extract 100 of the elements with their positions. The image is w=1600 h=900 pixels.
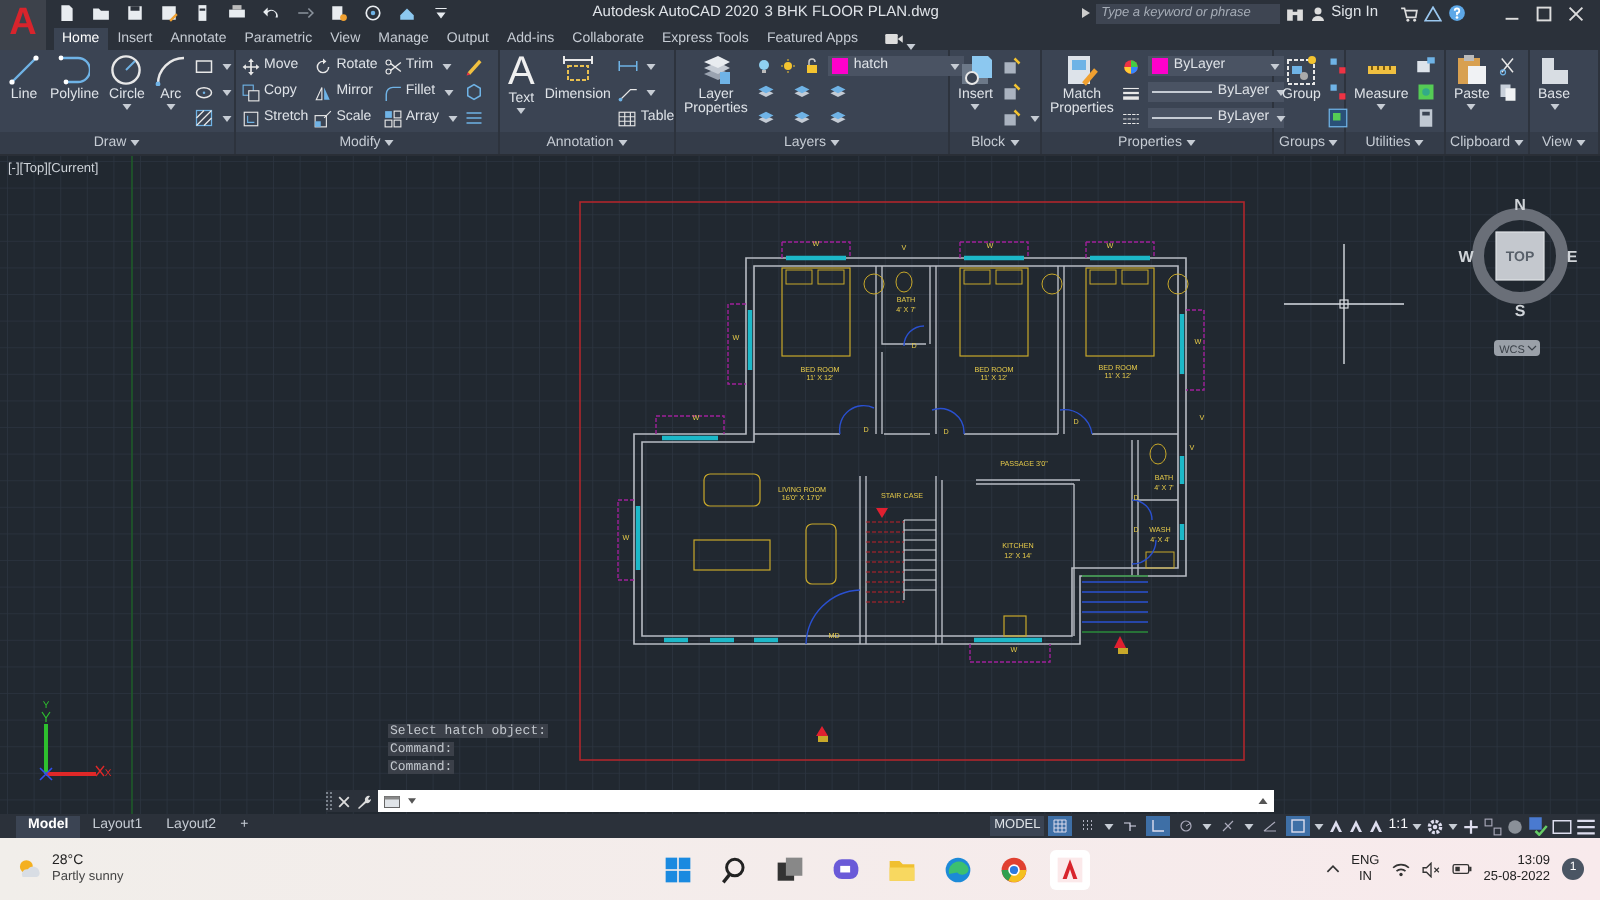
- hatch-icon[interactable]: [194, 108, 215, 128]
- maximize-icon[interactable]: [1536, 5, 1552, 21]
- network-icon[interactable]: [1424, 5, 1442, 21]
- layer-tool-icon[interactable]: [827, 108, 848, 128]
- layer-tool-icon[interactable]: [791, 108, 812, 128]
- caret-icon[interactable]: [1376, 104, 1387, 111]
- chat-icon[interactable]: [832, 855, 861, 883]
- binoculars-icon[interactable]: [1285, 5, 1304, 21]
- snap-icon[interactable]: [1080, 818, 1097, 834]
- id-point-icon[interactable]: [1416, 56, 1437, 76]
- close-icon[interactable]: [1568, 5, 1584, 21]
- linear-dimension-icon[interactable]: [618, 56, 639, 76]
- fullscreen-icon[interactable]: [1552, 817, 1572, 835]
- browser-icon[interactable]: [944, 855, 973, 883]
- caret-icon[interactable]: [1513, 140, 1524, 146]
- ungroup-icon[interactable]: [1328, 56, 1349, 76]
- tracking-icon[interactable]: [1262, 818, 1279, 834]
- block-icon[interactable]: [1001, 82, 1022, 102]
- folder-icon[interactable]: [92, 4, 110, 22]
- caret-icon[interactable]: [408, 798, 416, 804]
- caret-icon[interactable]: [1448, 823, 1458, 829]
- caret-icon[interactable]: [222, 115, 233, 121]
- plus-icon[interactable]: [1462, 817, 1480, 835]
- sun-icon[interactable]: [779, 58, 796, 74]
- browser-icon[interactable]: [1000, 855, 1029, 883]
- grid-icon[interactable]: [1052, 818, 1069, 834]
- caret-icon[interactable]: [1029, 115, 1040, 121]
- house-icon[interactable]: [398, 4, 416, 22]
- layer-tool-icon[interactable]: [827, 82, 848, 102]
- menu-caret-icon[interactable]: [432, 4, 450, 22]
- osnap-icon[interactable]: [1290, 818, 1307, 834]
- caret-icon[interactable]: [222, 89, 233, 95]
- dropdown-caret-icon[interactable]: [1275, 89, 1286, 95]
- caret-icon[interactable]: [222, 63, 233, 69]
- printer-icon[interactable]: [228, 4, 246, 22]
- caret-icon[interactable]: [1328, 140, 1339, 146]
- calculator-icon[interactable]: [1416, 108, 1437, 128]
- save-as-icon[interactable]: [160, 4, 178, 22]
- caret-icon[interactable]: [1414, 140, 1425, 146]
- caret-icon[interactable]: [1466, 104, 1477, 111]
- app-icon[interactable]: [1056, 855, 1085, 883]
- cut-icon[interactable]: [1497, 56, 1518, 76]
- caret-icon[interactable]: [130, 140, 141, 146]
- block-icon[interactable]: [1001, 108, 1022, 128]
- caret-icon[interactable]: [516, 108, 527, 115]
- caret-icon[interactable]: [1244, 823, 1255, 829]
- group-select-icon[interactable]: [1328, 108, 1349, 128]
- video-camera-icon[interactable]: [883, 32, 904, 46]
- caret-icon[interactable]: [830, 140, 840, 146]
- expand-up-icon[interactable]: [1258, 798, 1268, 804]
- caret-icon[interactable]: [617, 140, 628, 146]
- quick-select-icon[interactable]: [1416, 82, 1437, 102]
- wrench-icon[interactable]: [356, 793, 372, 809]
- caret-icon[interactable]: [165, 104, 176, 111]
- caret-icon[interactable]: [1009, 140, 1020, 146]
- caret-icon[interactable]: [121, 104, 132, 111]
- cube-icon[interactable]: [463, 82, 484, 102]
- globe-icon[interactable]: [364, 4, 382, 22]
- viewcube-face[interactable]: [1495, 231, 1545, 281]
- caret-icon[interactable]: [447, 115, 458, 121]
- undo-icon[interactable]: [262, 4, 280, 22]
- ellipse-icon[interactable]: [194, 82, 215, 102]
- caret-icon[interactable]: [1412, 823, 1422, 829]
- caret-icon[interactable]: [1576, 140, 1587, 146]
- offset-icon[interactable]: [463, 108, 484, 128]
- block-icon[interactable]: [1001, 56, 1022, 76]
- copy-icon[interactable]: [1497, 82, 1518, 102]
- group-edit-icon[interactable]: [1328, 82, 1349, 102]
- hardware-acceleration-icon[interactable]: [1528, 816, 1548, 836]
- bulb-icon[interactable]: [755, 58, 772, 74]
- dropdown-caret-icon[interactable]: [1269, 63, 1280, 69]
- phone-icon[interactable]: [194, 4, 212, 22]
- grip-icon[interactable]: [326, 792, 332, 810]
- new-file-icon[interactable]: [58, 4, 76, 22]
- pencil-icon[interactable]: [463, 56, 484, 76]
- units-icon[interactable]: [1484, 817, 1502, 835]
- wifi-icon[interactable]: [1391, 861, 1410, 877]
- caret-icon[interactable]: [1185, 140, 1196, 146]
- task-view-icon[interactable]: [776, 855, 805, 883]
- caret-icon[interactable]: [1104, 823, 1115, 829]
- isodraft-icon[interactable]: [1220, 818, 1237, 834]
- cart-icon[interactable]: [1400, 5, 1418, 21]
- caret-icon[interactable]: [384, 140, 395, 146]
- annotation-scale-icon[interactable]: [1368, 818, 1385, 834]
- caret-icon[interactable]: [1549, 104, 1559, 111]
- infer-icon[interactable]: [1122, 818, 1139, 834]
- settings-icon[interactable]: [1426, 817, 1444, 835]
- dropdown-caret-icon[interactable]: [1275, 115, 1286, 121]
- annotation-visibility-icon[interactable]: [1328, 818, 1345, 834]
- caret-icon[interactable]: [443, 89, 454, 95]
- caret-icon[interactable]: [646, 63, 657, 69]
- close-icon[interactable]: [338, 795, 350, 807]
- layer-tool-icon[interactable]: [755, 108, 776, 128]
- dropdown-caret-icon[interactable]: [949, 63, 960, 69]
- speaker-muted-icon[interactable]: [1421, 861, 1440, 877]
- expand-arrow-icon[interactable]: [1081, 8, 1090, 18]
- command-input[interactable]: [378, 790, 1274, 812]
- caret-icon[interactable]: [1202, 823, 1213, 829]
- battery-icon[interactable]: [1451, 862, 1472, 876]
- save-icon[interactable]: [126, 4, 144, 22]
